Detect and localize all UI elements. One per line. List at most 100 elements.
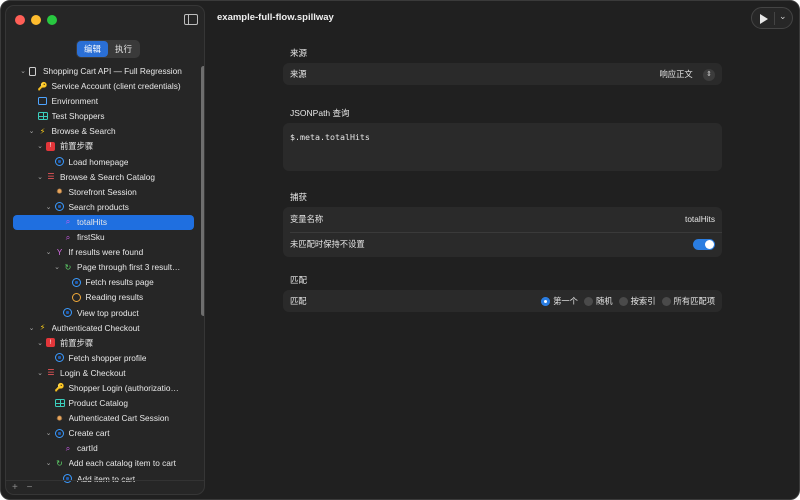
globe-icon xyxy=(54,202,64,212)
tree-item[interactable]: ⌄! 前置步骤 xyxy=(6,139,198,154)
tree-item-label: Shopping Cart API — Full Regression xyxy=(43,66,182,76)
tree-item[interactable]: ⌄ ☰ Browse & Search Catalog xyxy=(6,170,198,185)
match-option-label: 随机 xyxy=(595,296,613,306)
jsonpath-query-text[interactable]: $.meta.totalHits xyxy=(290,132,370,142)
tree-item-label: Browse & Search Catalog xyxy=(60,171,156,182)
source-label: 来源 xyxy=(290,69,307,79)
tree-item[interactable]: ⌕ totalHits xyxy=(13,214,194,231)
segment-run[interactable]: 执行 xyxy=(108,41,139,57)
play-icon[interactable] xyxy=(760,14,768,24)
chevron-down-icon[interactable]: ⌄ xyxy=(36,139,44,154)
match-option-random[interactable]: 随机 xyxy=(583,290,613,312)
chevron-down-icon[interactable]: ⌄ xyxy=(45,245,53,260)
radio-icon xyxy=(583,296,593,306)
window-title: example-full-flow.spillway xyxy=(217,12,334,23)
keep-unset-toggle[interactable] xyxy=(693,239,715,250)
loop-icon: ↻ xyxy=(64,262,72,272)
sidebar-toggle-icon[interactable] xyxy=(184,14,198,25)
tree-item[interactable]: Fetch shopper profile xyxy=(6,351,198,366)
source-select-value: 响应正文 xyxy=(659,69,693,79)
tree-item-label: Authenticated Checkout xyxy=(51,322,140,333)
chevron-down-icon[interactable]: ⌄ xyxy=(36,366,44,381)
loop-icon: ↻ xyxy=(56,458,63,468)
tree-item[interactable]: 🔑 Service Account (client credentials) xyxy=(6,79,198,94)
chevron-down-icon[interactable]: ⌄ xyxy=(28,321,36,336)
chevron-down-icon[interactable]: ⌄ xyxy=(45,456,53,471)
tree-item-label: Product Catalog xyxy=(68,398,129,409)
source-card: 来源 响应正文 ⇕ xyxy=(283,63,722,85)
chevron-down-icon[interactable]: ⌄ xyxy=(36,170,44,185)
tree-item-label: Create cart xyxy=(68,428,110,439)
tree-item[interactable]: ⌄ ⚡ Browse & Search xyxy=(6,124,198,139)
bolt-icon: ⚡ xyxy=(39,323,46,333)
tree-item-label: Authenticated Cart Session xyxy=(68,413,170,424)
tree-item[interactable]: ⌄ ☰ Login & Checkout xyxy=(6,366,198,381)
match-option-label: 所有匹配项 xyxy=(673,296,716,306)
tree-item[interactable]: Test Shoppers xyxy=(6,109,198,124)
tree-item-label: View top product xyxy=(77,307,139,318)
tree-item[interactable]: ⌕ firstSku xyxy=(6,230,198,245)
add-item-button[interactable]: + xyxy=(12,482,18,493)
chevron-down-icon[interactable]: ⌄ xyxy=(45,200,53,215)
tree-item[interactable]: Load homepage xyxy=(6,155,198,170)
tree-item[interactable]: 🔑Shopper Login (authorization code) xyxy=(6,381,198,396)
variable-name-row: 变量名称 totalHits xyxy=(290,208,715,230)
tree-item[interactable]: ⌄ Y If results were found xyxy=(6,245,198,260)
tree-item[interactable]: Environment xyxy=(6,94,198,109)
globe-icon xyxy=(54,353,64,363)
magnifier-icon: ⌕ xyxy=(65,443,71,453)
tree-item[interactable]: ⌄↻ Page through first 3 result pages xyxy=(6,260,198,275)
tree-item[interactable]: Product Catalog xyxy=(6,396,198,411)
sidebar-footer: + − xyxy=(6,480,204,494)
sidebar-scrollbar[interactable] xyxy=(201,66,204,316)
tree-item-label: Add each catalog item to cart xyxy=(68,458,176,469)
tree-item[interactable]: ⌄ Shopping Cart API — Full Regression xyxy=(6,64,198,79)
minimize-button[interactable] xyxy=(31,15,41,25)
tree-item-label: Shopper Login (authorization code) xyxy=(68,382,183,393)
segment-edit[interactable]: 编辑 xyxy=(77,41,109,57)
capture-card: 变量名称 totalHits 未匹配时保持不设置 xyxy=(283,207,722,257)
match-section-title: 匹配 xyxy=(290,275,308,285)
close-button[interactable] xyxy=(15,15,25,25)
variable-name-field[interactable]: totalHits xyxy=(685,208,715,230)
match-row: 匹配 第一个 随机 按索引 所有匹配项 xyxy=(290,290,715,312)
tree-item[interactable]: ⌄ Search products xyxy=(6,200,198,215)
capture-section-title: 捕获 xyxy=(290,192,308,202)
tree-item[interactable]: ✹ Storefront Session xyxy=(6,185,198,200)
tree-item-label: cartId xyxy=(77,443,98,454)
match-option-label: 第一个 xyxy=(553,296,578,306)
environment-icon xyxy=(37,96,47,105)
variable-name-label: 变量名称 xyxy=(290,214,324,224)
match-option-index[interactable]: 按索引 xyxy=(618,290,656,312)
source-select[interactable]: 响应正文 ⇕ xyxy=(659,63,715,85)
chevron-down-icon[interactable]: ⌄ xyxy=(28,124,36,139)
remove-item-button[interactable]: − xyxy=(27,482,33,493)
chevron-down-icon[interactable]: ⌄ xyxy=(779,11,787,22)
tree-item-label: 前置步骤 xyxy=(60,141,94,152)
branch-icon: Y xyxy=(56,247,63,257)
zoom-button[interactable] xyxy=(47,15,57,25)
run-control[interactable]: ⌄ xyxy=(751,7,793,29)
source-section-title: 来源 xyxy=(290,48,308,58)
match-option-first[interactable]: 第一个 xyxy=(541,290,578,312)
tree-item[interactable]: ⌄ Create cart xyxy=(6,426,198,441)
tree-item-label: Load homepage xyxy=(68,156,129,167)
tree-item[interactable]: ⌄ ⚡ Authenticated Checkout xyxy=(6,321,198,336)
tree-item[interactable]: ⌕ cartId xyxy=(6,441,198,456)
window-controls xyxy=(15,15,57,25)
tree-item[interactable]: ⌄ ↻ Add each catalog item to cart xyxy=(6,456,198,471)
tree-item[interactable]: ⌄! 前置步骤 xyxy=(6,336,198,351)
chevron-down-icon[interactable]: ⌄ xyxy=(45,426,53,441)
tree-item[interactable]: ✹ Authenticated Cart Session xyxy=(6,411,198,426)
tree-item[interactable]: Reading results xyxy=(6,290,198,305)
tree-item-label: Login & Checkout xyxy=(60,367,126,378)
tree-item[interactable]: View top product xyxy=(6,306,198,321)
chevron-down-icon[interactable]: ⌄ xyxy=(19,64,27,79)
chevron-down-icon[interactable]: ⌄ xyxy=(53,260,61,275)
match-option-all[interactable]: 所有匹配项 xyxy=(661,290,716,312)
bolt-icon: ⚡ xyxy=(39,126,46,136)
jsonpath-editor[interactable]: $.meta.totalHits xyxy=(283,123,722,171)
chevron-down-icon[interactable]: ⌄ xyxy=(36,336,44,351)
radio-selected-icon xyxy=(541,296,551,306)
tree-item[interactable]: Fetch results page xyxy=(6,275,198,290)
